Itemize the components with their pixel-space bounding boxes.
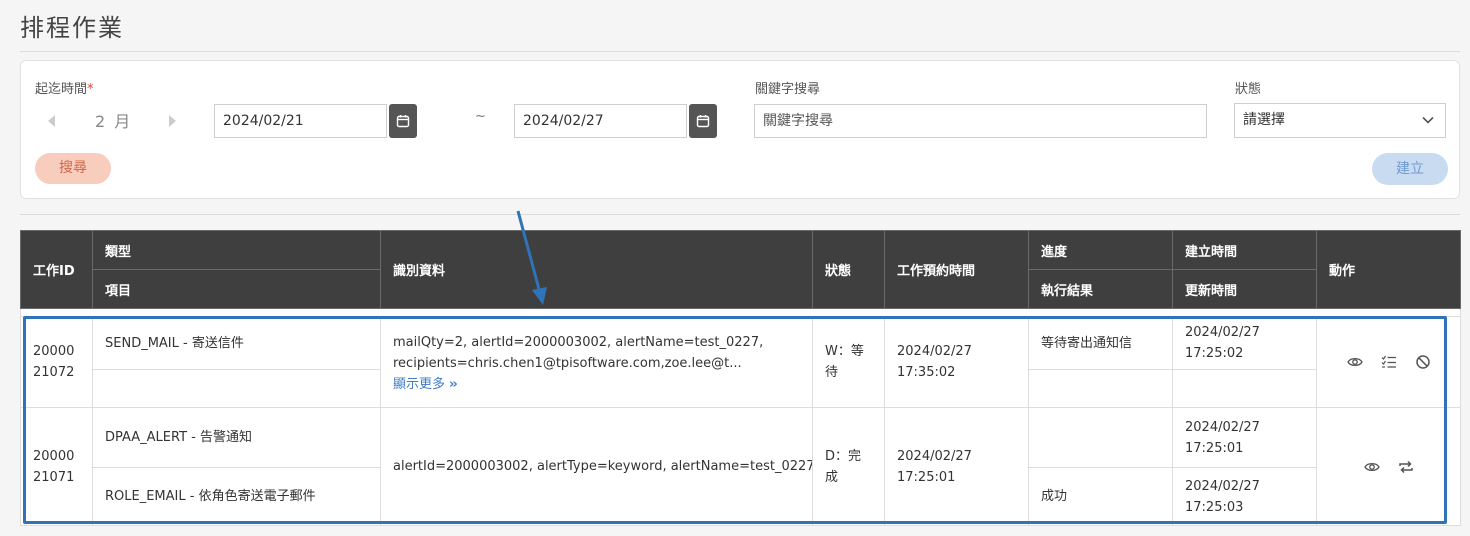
ban-icon[interactable] <box>1414 353 1432 371</box>
status-label: 狀態 <box>1235 82 1262 97</box>
item-cell: ROLE_EMAIL - 依角色寄送電子郵件 <box>92 467 381 526</box>
created-time-cell: 2024/02/27 17:25:02 <box>1172 316 1317 370</box>
result-cell <box>1028 369 1173 408</box>
end-calendar-button[interactable] <box>689 104 717 138</box>
actions-cell <box>1316 316 1461 408</box>
keyword-search-input[interactable] <box>754 104 1207 138</box>
result-cell: 成功 <box>1028 467 1173 526</box>
header-actions: 動作 <box>1316 230 1461 309</box>
created-time-cell: 2024/02/27 17:25:01 <box>1172 407 1317 468</box>
prev-month-icon[interactable] <box>48 115 55 127</box>
updated-time-cell: 2024/02/27 17:25:03 <box>1172 467 1317 526</box>
jobs-table: 工作ID 類型 識別資料 狀態 工作預約時間 進度 建立時間 動作 項目 執行結… <box>20 230 1461 526</box>
status-select-value: 請選擇 <box>1243 112 1285 128</box>
time-range-label: 起迄時間* <box>35 82 94 97</box>
eye-icon[interactable] <box>1346 353 1364 371</box>
create-button[interactable]: 建立 <box>1372 153 1448 185</box>
header-identity: 識別資料 <box>380 230 813 309</box>
scheduled-time-cell: 2024/02/27 17:25:01 <box>884 407 1029 526</box>
header-result: 執行結果 <box>1028 269 1173 309</box>
section-divider <box>20 214 1460 215</box>
header-item: 項目 <box>92 269 381 309</box>
identity-line: mailQty=2, alertId=2000003002, alertName… <box>393 334 764 350</box>
header-created-time: 建立時間 <box>1172 230 1317 270</box>
checklist-icon[interactable] <box>1380 353 1398 371</box>
filter-panel: 起迄時間* 2 月 ~ 關鍵字搜尋 狀態 請選擇 搜尋 建立 <box>20 60 1460 199</box>
progress-cell <box>1028 407 1173 468</box>
header-status: 狀態 <box>812 230 885 309</box>
identity-cell: mailQty=2, alertId=2000003002, alertName… <box>380 316 813 408</box>
header-job-id: 工作ID <box>20 230 93 309</box>
actions-cell <box>1316 407 1461 526</box>
start-date-input[interactable] <box>214 104 387 138</box>
header-updated-time: 更新時間 <box>1172 269 1317 309</box>
chevron-down-icon <box>1422 116 1434 124</box>
job-id-cell: 2000021071 <box>20 407 93 526</box>
calendar-icon <box>396 115 410 128</box>
type-cell: DPAA_ALERT - 告警通知 <box>92 407 381 468</box>
show-more-link[interactable]: 顯示更多 ›› <box>393 374 800 395</box>
table-row: 2000021072 SEND_MAIL - 寄送信件 mailQty=2, a… <box>20 316 1461 408</box>
scheduled-time-cell: 2024/02/27 17:35:02 <box>884 316 1029 408</box>
header-scheduled-time: 工作預約時間 <box>884 230 1029 309</box>
progress-cell: 等待寄出通知信 <box>1028 316 1173 370</box>
status-cell: W：等待 <box>812 316 885 408</box>
start-calendar-button[interactable] <box>389 104 417 138</box>
page-title: 排程作業 <box>20 14 124 42</box>
date-separator: ~ <box>475 109 486 124</box>
eye-icon[interactable] <box>1363 458 1381 476</box>
item-cell <box>92 369 381 408</box>
search-button[interactable]: 搜尋 <box>35 153 111 184</box>
identity-cell: alertId=2000003002, alertType=keyword, a… <box>380 407 813 526</box>
updated-time-cell <box>1172 369 1317 408</box>
type-cell: SEND_MAIL - 寄送信件 <box>92 316 381 370</box>
month-label: 2 月 <box>95 112 133 131</box>
status-cell: D：完成 <box>812 407 885 526</box>
job-id-cell: 2000021072 <box>20 316 93 408</box>
calendar-icon <box>696 115 710 128</box>
repeat-icon[interactable] <box>1397 458 1415 476</box>
header-progress: 進度 <box>1028 230 1173 270</box>
table-row: 2000021071 DPAA_ALERT - 告警通知 alertId=200… <box>20 407 1461 526</box>
identity-line: recipients=chris.chen1@tpisoftware.com,z… <box>393 355 742 371</box>
keyword-label: 關鍵字搜尋 <box>755 82 821 97</box>
next-month-icon[interactable] <box>169 115 176 127</box>
header-type: 類型 <box>92 230 381 270</box>
double-chevron-right-icon: ›› <box>449 376 458 392</box>
end-date-input[interactable] <box>514 104 687 138</box>
status-select[interactable]: 請選擇 <box>1234 103 1446 138</box>
title-divider <box>20 51 1460 52</box>
